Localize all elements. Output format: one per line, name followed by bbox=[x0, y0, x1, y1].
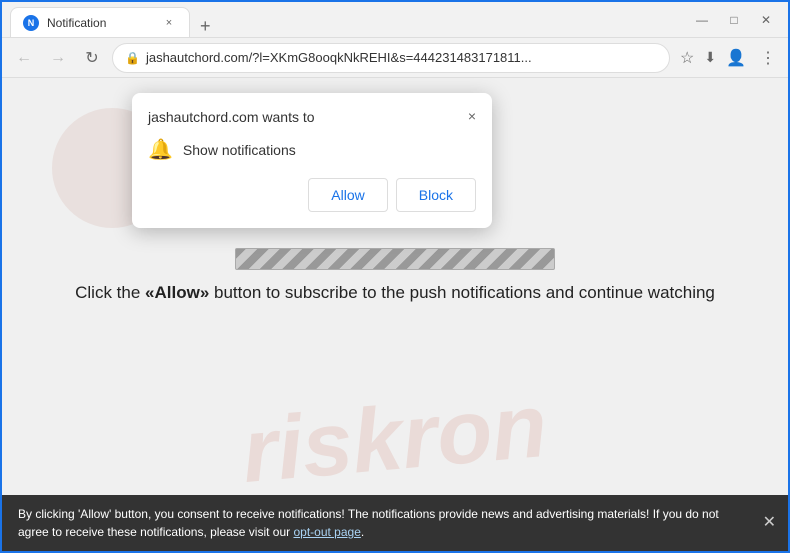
opt-out-link[interactable]: opt-out page bbox=[293, 525, 360, 539]
progress-area bbox=[2, 248, 788, 270]
popup-title: jashautchord.com wants to bbox=[148, 109, 315, 125]
downloads-icon[interactable]: ⬇ bbox=[704, 49, 716, 66]
lock-icon: 🔒 bbox=[125, 51, 140, 65]
progress-bar bbox=[235, 248, 555, 270]
block-button[interactable]: Block bbox=[396, 178, 476, 212]
favicon-letter: N bbox=[28, 18, 35, 28]
instructions-text: Click the «Allow» button to subscribe to… bbox=[2, 283, 788, 303]
bookmark-icon[interactable]: ☆ bbox=[676, 44, 698, 72]
bottom-text-before-link: By clicking 'Allow' button, you consent … bbox=[18, 507, 719, 539]
allow-highlight: «Allow» bbox=[145, 283, 209, 302]
notification-popup: jashautchord.com wants to × 🔔 Show notif… bbox=[132, 93, 492, 228]
bottom-notification-bar: By clicking 'Allow' button, you consent … bbox=[2, 495, 788, 551]
popup-buttons: Allow Block bbox=[148, 178, 476, 212]
bottom-text-after-link: . bbox=[361, 525, 364, 539]
refresh-button[interactable]: ↻ bbox=[78, 44, 106, 72]
browser-frame: N Notification × + — □ ✕ ← → ↻ 🔒 jashaut… bbox=[0, 0, 790, 553]
page-content: jashautchord.com wants to × 🔔 Show notif… bbox=[2, 78, 788, 551]
watermark-text: riskron bbox=[239, 375, 552, 504]
window-controls: — □ ✕ bbox=[688, 10, 780, 30]
tab-close-button[interactable]: × bbox=[161, 15, 177, 31]
title-bar: N Notification × + — □ ✕ bbox=[2, 2, 788, 38]
back-button[interactable]: ← bbox=[10, 44, 38, 72]
bottom-bar-text: By clicking 'Allow' button, you consent … bbox=[18, 505, 748, 541]
tab-favicon: N bbox=[23, 15, 39, 31]
active-tab[interactable]: N Notification × bbox=[10, 7, 190, 37]
menu-icon[interactable]: ⋮ bbox=[756, 44, 780, 72]
minimize-button[interactable]: — bbox=[688, 10, 716, 30]
tab-title: Notification bbox=[47, 16, 106, 30]
url-text: jashautchord.com/?l=XKmG8ooqkNkREHI&s=44… bbox=[146, 50, 657, 65]
popup-permission: 🔔 Show notifications bbox=[148, 137, 476, 162]
maximize-button[interactable]: □ bbox=[720, 10, 748, 30]
popup-close-icon[interactable]: × bbox=[468, 109, 476, 123]
profile-icon[interactable]: 👤 bbox=[722, 44, 750, 72]
url-bar[interactable]: 🔒 jashautchord.com/?l=XKmG8ooqkNkREHI&s=… bbox=[112, 43, 670, 73]
watermark: riskron bbox=[2, 388, 788, 491]
close-window-button[interactable]: ✕ bbox=[752, 10, 780, 30]
permission-text: Show notifications bbox=[183, 142, 296, 158]
forward-button[interactable]: → bbox=[44, 44, 72, 72]
address-bar: ← → ↻ 🔒 jashautchord.com/?l=XKmG8ooqkNkR… bbox=[2, 38, 788, 78]
bell-icon: 🔔 bbox=[148, 137, 173, 162]
popup-header: jashautchord.com wants to × bbox=[148, 109, 476, 125]
new-tab-button[interactable]: + bbox=[194, 16, 217, 37]
allow-button[interactable]: Allow bbox=[308, 178, 387, 212]
bottom-bar-close-button[interactable]: ✕ bbox=[763, 511, 776, 535]
tab-area: N Notification × + bbox=[10, 2, 680, 37]
